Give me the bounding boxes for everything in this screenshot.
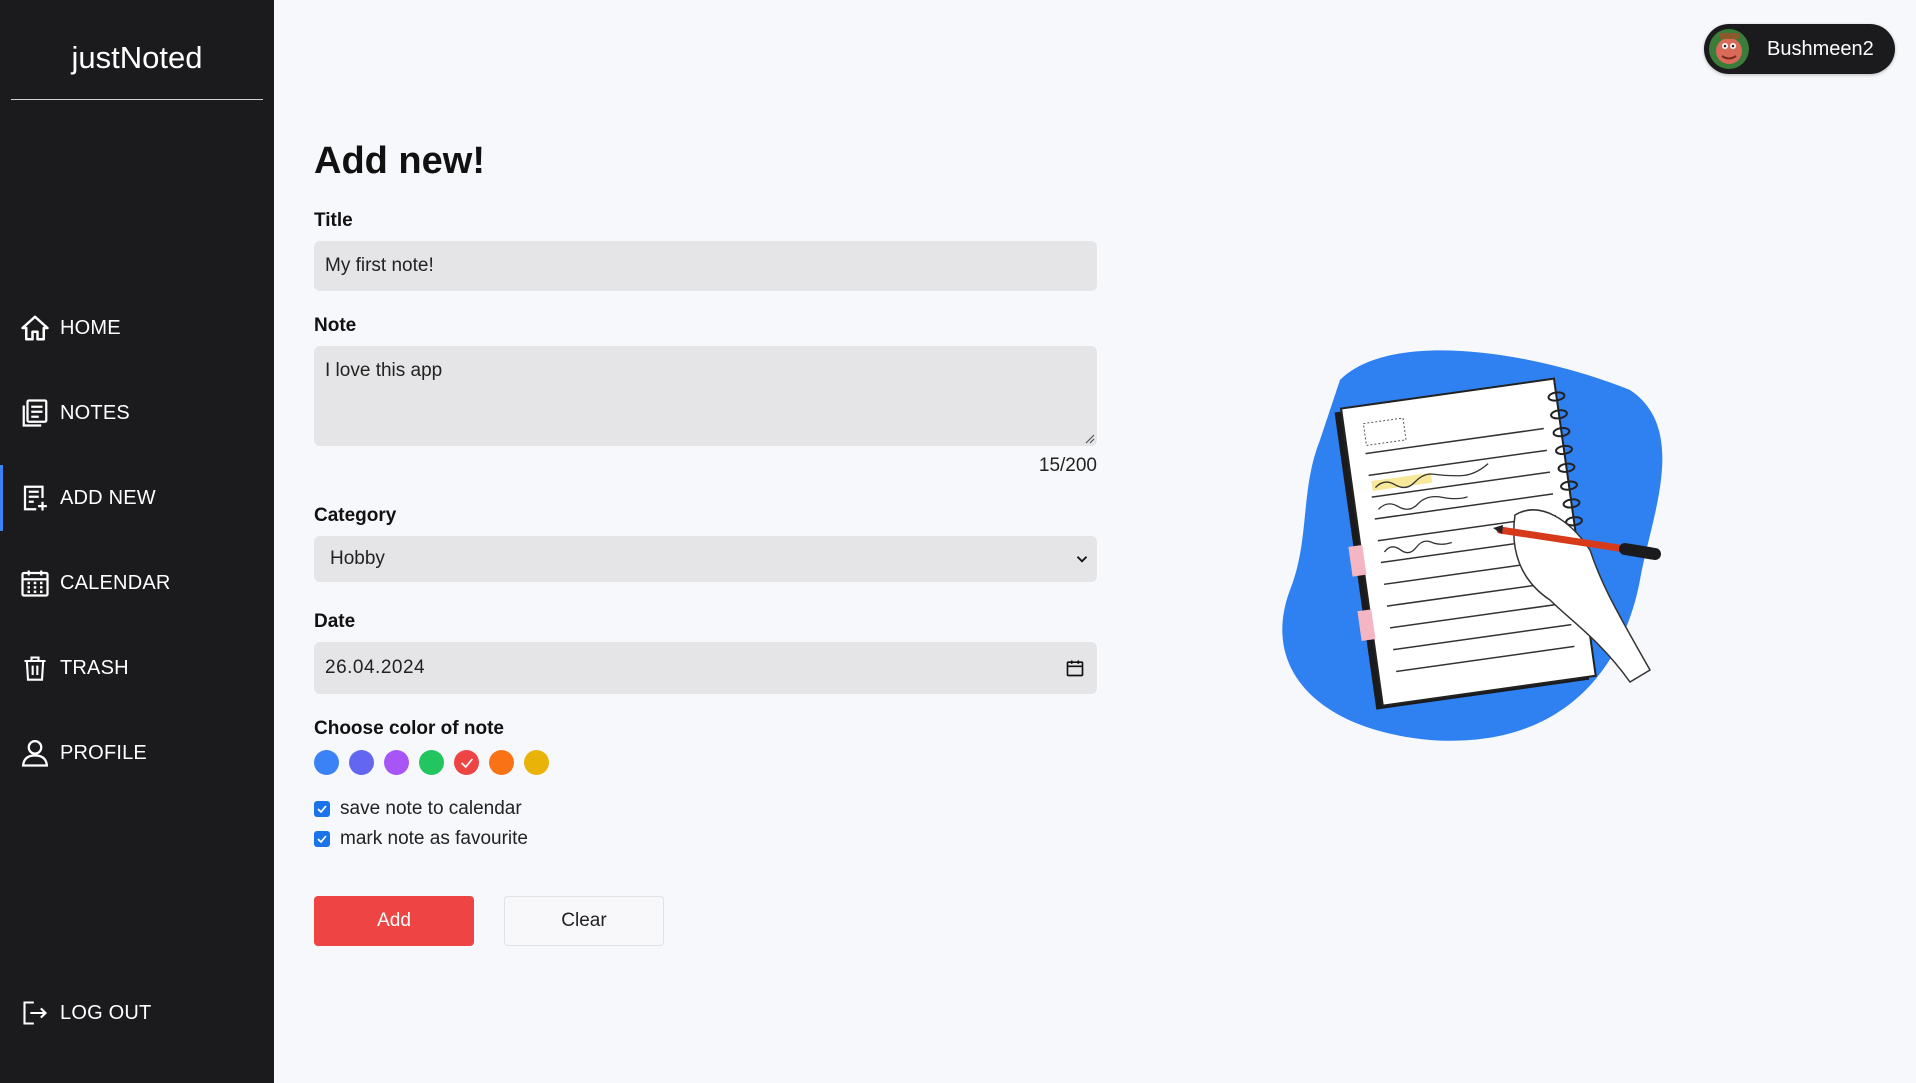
add-note-icon [19, 482, 51, 514]
color-swatch-red[interactable] [454, 750, 479, 775]
profile-username: Bushmeen2 [1767, 37, 1874, 60]
sidebar-item-label: NOTES [60, 401, 130, 424]
sidebar-item-profile[interactable]: PROFILE [0, 720, 274, 786]
color-swatch-green[interactable] [419, 750, 444, 775]
category-select-value: Hobby [330, 548, 385, 569]
logout-label: LOG OUT [60, 1001, 152, 1024]
add-button[interactable]: Add [314, 896, 474, 946]
logout-button[interactable]: LOG OUT [0, 980, 274, 1046]
sidebar-item-home[interactable]: HOME [0, 295, 274, 361]
home-icon [19, 312, 51, 344]
sidebar-item-notes[interactable]: NOTES [0, 380, 274, 446]
check-icon [460, 757, 473, 768]
color-swatch-orange[interactable] [489, 750, 514, 775]
notebook-writing-illustration [1282, 350, 1663, 741]
note-label: Note [314, 315, 357, 336]
title-input-value: My first note! [325, 255, 434, 276]
save-to-calendar-row: save note to calendar [314, 798, 522, 820]
color-swatch-blue[interactable] [314, 750, 339, 775]
color-swatch-yellow[interactable] [524, 750, 549, 775]
calendar-icon [19, 567, 51, 599]
sidebar-item-trash[interactable]: TRASH [0, 635, 274, 701]
sidebar-item-label: HOME [60, 316, 121, 339]
sidebar-item-add-new[interactable]: ADD NEW [0, 465, 274, 531]
color-label: Choose color of note [314, 718, 504, 739]
sidebar-item-label: TRASH [60, 656, 129, 679]
date-label: Date [314, 611, 356, 632]
date-input[interactable]: 26.04.2024 [314, 642, 1097, 694]
clear-button[interactable]: Clear [504, 896, 664, 946]
color-swatch-purple[interactable] [384, 750, 409, 775]
category-label: Category [314, 505, 397, 526]
color-swatch-indigo[interactable] [349, 750, 374, 775]
note-char-counter: 15/200 [1038, 455, 1097, 476]
calendar-picker-icon[interactable] [1065, 658, 1085, 678]
chevron-down-icon [1076, 556, 1088, 563]
sidebar-item-label: PROFILE [60, 741, 147, 764]
color-picker [314, 750, 549, 775]
user-icon [19, 737, 51, 769]
sidebar: justNoted HOME NOTES ADD NEW CALENDAR TR… [0, 0, 274, 1083]
notes-icon [19, 397, 51, 429]
brand-logo: justNoted [11, 0, 263, 100]
category-select[interactable]: Hobby [314, 536, 1097, 582]
date-input-value: 26.04.2024 [325, 657, 426, 678]
avatar [1709, 29, 1749, 69]
note-textarea-value: I love this app [325, 360, 443, 381]
title-label: Title [314, 210, 353, 231]
favourite-row: mark note as favourite [314, 828, 528, 850]
resize-handle-icon[interactable] [1083, 432, 1095, 444]
trash-icon [19, 652, 51, 684]
sidebar-item-calendar[interactable]: CALENDAR [0, 550, 274, 616]
sidebar-item-label: ADD NEW [60, 486, 156, 509]
favourite-checkbox[interactable] [314, 831, 330, 847]
title-input[interactable]: My first note! [314, 241, 1097, 291]
favourite-label[interactable]: mark note as favourite [340, 828, 528, 850]
note-textarea[interactable]: I love this app [314, 346, 1097, 446]
page-title: Add new! [314, 140, 485, 182]
save-to-calendar-checkbox[interactable] [314, 801, 330, 817]
logout-icon [19, 997, 51, 1029]
sidebar-item-label: CALENDAR [60, 571, 171, 594]
save-to-calendar-label[interactable]: save note to calendar [340, 798, 522, 820]
user-profile-button[interactable]: Bushmeen2 [1704, 24, 1895, 74]
